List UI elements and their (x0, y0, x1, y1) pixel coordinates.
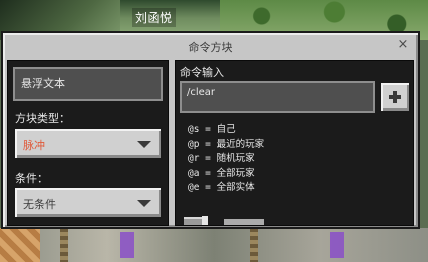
hint-line: @s = 自己 (188, 124, 236, 135)
toggle-label-cutoff (224, 219, 264, 225)
selector-hints: @s = 自己 @p = 最近的玩家 @r = 随机玩家 @a = 全部玩家 @… (188, 123, 264, 196)
hint-line: @e = 全部实体 (188, 182, 255, 193)
chevron-down-icon (137, 200, 151, 207)
purple-block (330, 232, 344, 258)
chevron-down-icon (137, 141, 151, 148)
add-button[interactable] (379, 81, 411, 113)
block-type-dropdown[interactable]: 脉冲 (13, 127, 163, 160)
player-nametag: 刘函悦 (132, 8, 176, 27)
hint-line: @p = 最近的玩家 (188, 138, 265, 150)
block-type-label: 方块类型： (15, 112, 70, 125)
condition-dropdown[interactable]: 无条件 (13, 186, 163, 219)
settings-panel: 悬浮文本 方块类型： 脉冲 条件： 无条件 (7, 60, 169, 226)
toggle-knob (202, 216, 208, 225)
command-block-dialog: 命令方块 × 悬浮文本 方块类型： 脉冲 条件： 无条件 命令输入 /clear… (1, 31, 420, 229)
command-panel: 命令输入 /clear @s = 自己 @p = 最近的玩家 @r = 随机玩家… (175, 60, 414, 226)
hint-line: @a = 全部玩家 (188, 167, 255, 179)
dialog-title: 命令方块 (188, 41, 233, 54)
purple-block (120, 232, 134, 258)
hover-text-input[interactable]: 悬浮文本 (13, 67, 163, 101)
close-button[interactable]: × (396, 38, 410, 52)
wood-post (250, 228, 258, 262)
toggle-switch[interactable] (184, 216, 208, 225)
wood-post (60, 228, 68, 262)
block-type-value: 脉冲 (23, 139, 45, 152)
command-input-label: 命令输入 (180, 66, 224, 79)
dialog-titlebar: 命令方块 × (5, 35, 416, 57)
terracotta-block (0, 228, 40, 262)
plus-icon (393, 91, 397, 103)
command-input[interactable]: /clear (180, 81, 375, 113)
condition-label: 条件： (15, 172, 48, 185)
condition-value: 无条件 (23, 198, 56, 211)
hint-line: @r = 随机玩家 (188, 153, 255, 164)
